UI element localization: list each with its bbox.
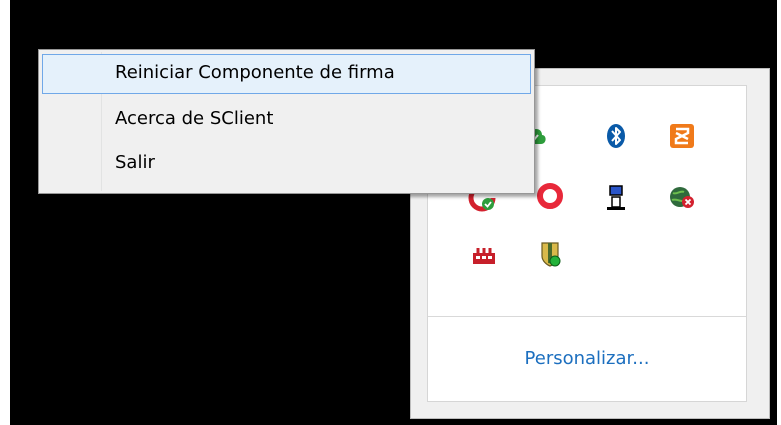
network-globe-error-icon[interactable] [668, 184, 696, 212]
network-computer-icon[interactable] [602, 184, 630, 212]
tray-separator [428, 316, 746, 317]
menu-item-exit[interactable]: Salir [42, 144, 531, 184]
customize-link[interactable]: Personalizar... [428, 348, 746, 369]
context-menu: Reiniciar Componente de firma Acerca de … [38, 49, 535, 194]
red-device-icon[interactable] [470, 242, 498, 270]
red-ring-icon[interactable] [536, 182, 564, 210]
menu-item-about-sclient[interactable]: Acerca de SClient [42, 100, 531, 140]
security-shield-icon[interactable] [536, 240, 564, 268]
menu-item-restart-signature-component[interactable]: Reiniciar Componente de firma [42, 54, 531, 94]
bluetooth-icon[interactable] [602, 122, 630, 150]
xampp-icon[interactable] [668, 122, 696, 150]
screen: Personalizar... Reiniciar Componente de … [0, 0, 781, 425]
